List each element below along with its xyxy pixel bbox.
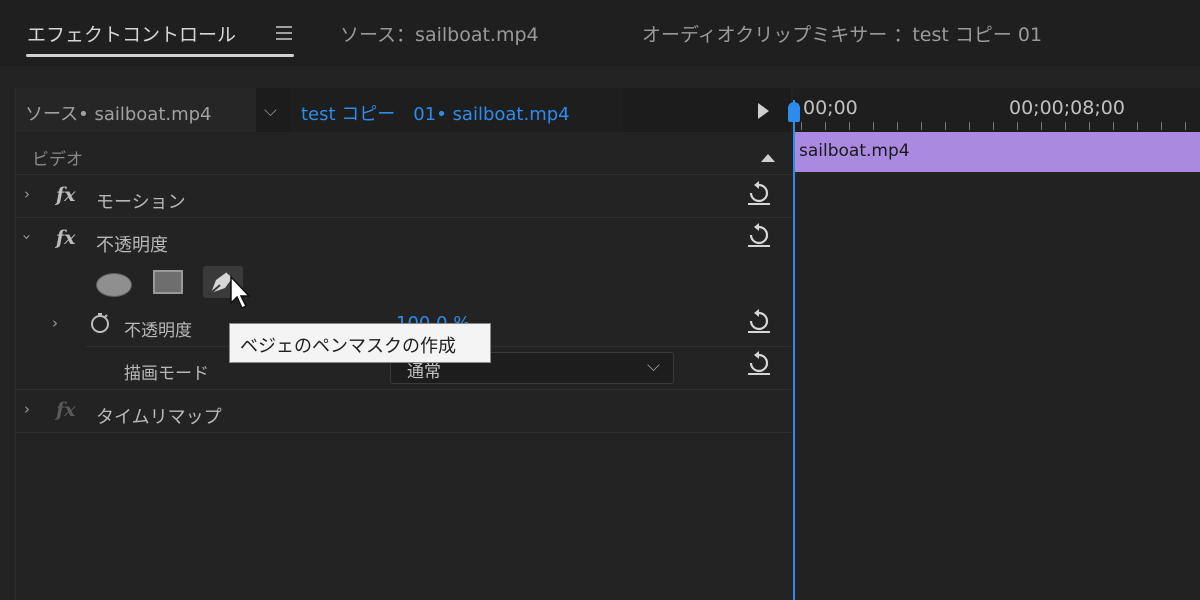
playhead[interactable] bbox=[793, 100, 795, 600]
mini-timeline[interactable]: 00;00 00;00;08;00 sailboat.mp4 bbox=[793, 88, 1200, 600]
clip-label: sailboat.mp4 bbox=[799, 141, 910, 161]
play-icon[interactable] bbox=[758, 103, 769, 119]
chevron-right-icon[interactable]: › bbox=[24, 400, 30, 418]
motion-label: モーション bbox=[96, 192, 186, 213]
mouse-cursor-icon bbox=[230, 275, 251, 310]
ruler-tick bbox=[849, 122, 850, 130]
chevron-right-icon[interactable]: › bbox=[52, 314, 58, 332]
effect-controls-panel: ソース• sailboat.mp4 ⌵ test コピー 01• sailboa… bbox=[15, 88, 1200, 600]
ruler-tick bbox=[1137, 122, 1138, 130]
ruler-tick bbox=[1065, 122, 1066, 130]
tab-audio-clip-mixer[interactable]: オーディオクリップミキサー ：test コピー 01 bbox=[642, 20, 1042, 47]
ruler-tick bbox=[897, 122, 898, 130]
ruler-tick bbox=[873, 122, 874, 130]
effect-row-motion[interactable]: › fx モーション bbox=[16, 175, 791, 217]
playhead-handle[interactable] bbox=[788, 102, 800, 122]
timecode-mark: 00;00;08;00 bbox=[1009, 97, 1125, 119]
chevron-down-icon: ⌵ bbox=[647, 356, 660, 376]
ruler-tick bbox=[1089, 122, 1090, 130]
stopwatch-icon[interactable] bbox=[89, 312, 111, 334]
ruler-tick bbox=[993, 122, 994, 130]
fx-icon: fx bbox=[56, 399, 76, 421]
time-ruler[interactable]: 00;00 00;00;08;00 bbox=[793, 88, 1200, 132]
fx-icon[interactable]: fx bbox=[56, 227, 76, 249]
ruler-tick bbox=[1185, 122, 1186, 130]
ruler-tick bbox=[921, 122, 922, 130]
sequence-clip-label: test コピー 01• sailboat.mp4 bbox=[301, 104, 570, 125]
divider bbox=[16, 432, 791, 433]
tab-source[interactable]: ソース：sailboat.mp4 bbox=[340, 20, 539, 47]
tab-effect-controls[interactable]: エフェクトコントロール bbox=[27, 20, 236, 47]
effect-row-opacity[interactable]: › fx 不透明度 bbox=[16, 218, 791, 260]
blend-mode-label: 描画モード bbox=[124, 364, 209, 384]
reset-icon[interactable] bbox=[746, 308, 772, 334]
time-remap-label: タイムリマップ bbox=[96, 407, 222, 428]
tooltip: ベジェのペンマスクの作成 bbox=[229, 323, 491, 363]
ruler-tick bbox=[1017, 122, 1018, 130]
rectangle-mask-icon[interactable] bbox=[153, 270, 183, 294]
chevron-right-icon[interactable]: › bbox=[24, 185, 30, 203]
source-segment[interactable]: ソース• sailboat.mp4 bbox=[16, 88, 256, 132]
reset-icon[interactable] bbox=[746, 180, 772, 206]
opacity-effect-label: 不透明度 bbox=[96, 235, 168, 256]
ruler-tick bbox=[801, 122, 802, 130]
fx-icon[interactable]: fx bbox=[56, 184, 76, 206]
collapse-up-icon[interactable] bbox=[761, 154, 775, 162]
effect-list: ソース• sailboat.mp4 ⌵ test コピー 01• sailboa… bbox=[16, 88, 791, 600]
ruler-tick bbox=[1041, 122, 1042, 130]
reset-icon[interactable] bbox=[746, 350, 772, 376]
opacity-property-label: 不透明度 bbox=[124, 321, 192, 341]
timecode-start: 00;00 bbox=[803, 97, 858, 119]
ruler-tick bbox=[945, 122, 946, 130]
tooltip-text: ベジェのペンマスクの作成 bbox=[240, 336, 456, 357]
ellipse-mask-icon[interactable] bbox=[96, 273, 132, 297]
reset-icon[interactable] bbox=[746, 222, 772, 248]
ruler-tick bbox=[1161, 122, 1162, 130]
ruler-tick bbox=[1113, 122, 1114, 130]
chevron-down-icon[interactable]: ⌵ bbox=[264, 101, 277, 121]
source-clip-label: ソース• sailboat.mp4 bbox=[25, 104, 212, 125]
source-bar: ソース• sailboat.mp4 ⌵ test コピー 01• sailboa… bbox=[16, 88, 791, 132]
ruler-tick bbox=[825, 122, 826, 130]
video-section-header[interactable]: ビデオ bbox=[16, 132, 791, 174]
effect-row-time-remap[interactable]: › fx タイムリマップ bbox=[16, 390, 791, 432]
sequence-segment[interactable]: test コピー 01• sailboat.mp4 bbox=[291, 88, 623, 132]
clip[interactable]: sailboat.mp4 bbox=[793, 132, 1200, 172]
chevron-down-icon[interactable]: › bbox=[18, 234, 36, 240]
panel-menu-icon[interactable] bbox=[276, 26, 292, 40]
ruler-tick bbox=[969, 122, 970, 130]
panel-tab-bar: エフェクトコントロール ソース：sailboat.mp4 オーディオクリップミキ… bbox=[0, 0, 1200, 66]
video-section-label: ビデオ bbox=[32, 150, 83, 170]
active-tab-underline bbox=[26, 54, 294, 57]
